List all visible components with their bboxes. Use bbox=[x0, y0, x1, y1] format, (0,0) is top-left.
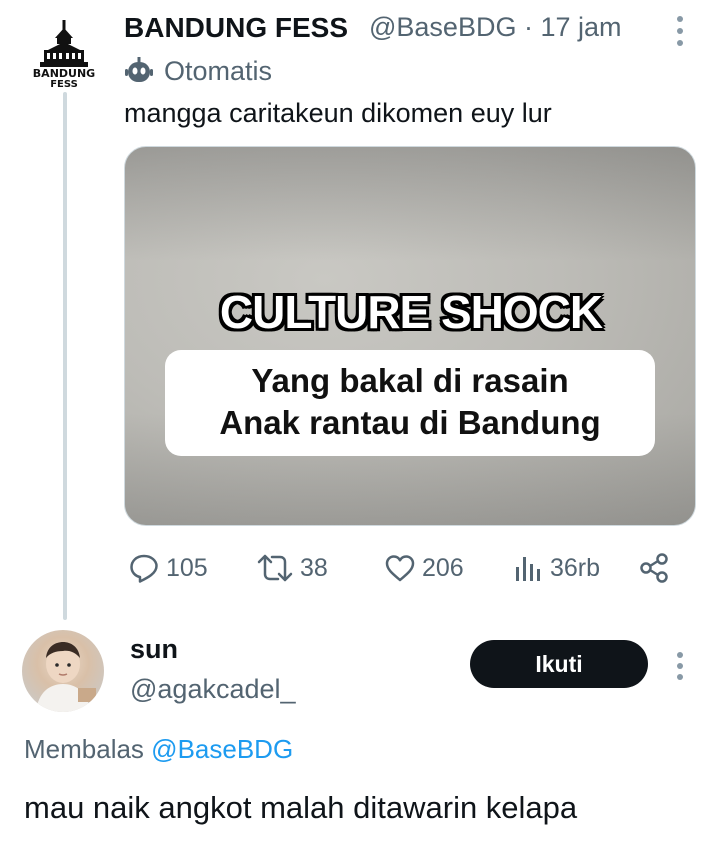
repost-count: 38 bbox=[300, 553, 328, 582]
like-count: 206 bbox=[422, 553, 464, 582]
author-name[interactable]: BANDUNG FESS bbox=[124, 12, 348, 44]
like-icon bbox=[385, 555, 415, 582]
automated-label: Otomatis bbox=[164, 55, 273, 86]
author-handle[interactable]: @BaseBDG bbox=[369, 12, 516, 42]
thread-line bbox=[63, 92, 67, 620]
reply-action[interactable]: 105 bbox=[128, 548, 208, 588]
reply-count: 105 bbox=[166, 553, 208, 582]
repost-action[interactable]: 38 bbox=[256, 548, 328, 588]
like-action[interactable]: 206 bbox=[384, 548, 464, 588]
share-icon bbox=[640, 553, 668, 583]
more-icon[interactable] bbox=[670, 652, 690, 682]
views-count: 36rb bbox=[550, 553, 601, 582]
views-icon bbox=[516, 557, 540, 581]
media-caption-line1: Yang bakal di rasain bbox=[251, 362, 569, 399]
gedung-sate-icon bbox=[40, 20, 88, 67]
follow-button[interactable]: Ikuti bbox=[470, 640, 648, 688]
tweet-text: mangga caritakeun dikomen euy lur bbox=[124, 98, 552, 128]
replying-to-line: Membalas @BaseBDG bbox=[24, 734, 293, 765]
replying-mention[interactable]: @BaseBDG bbox=[151, 734, 293, 764]
robot-icon bbox=[125, 57, 153, 82]
more-icon[interactable] bbox=[670, 14, 690, 48]
logo-text-line2: FESS bbox=[50, 79, 78, 90]
replying-prefix: Membalas bbox=[24, 734, 144, 764]
baby-photo bbox=[36, 642, 96, 712]
reply-avatar[interactable] bbox=[22, 630, 104, 712]
tweet-media[interactable]: CULTURE SHOCK Yang bakal di rasain Anak … bbox=[124, 146, 696, 526]
automated-badge[interactable]: Otomatis bbox=[124, 54, 272, 88]
separator: · bbox=[523, 12, 533, 42]
logo-text-line1: BANDUNG bbox=[32, 67, 96, 80]
reply-icon bbox=[130, 554, 158, 583]
reply-text: mau naik angkot malah ditawarin kelapa bbox=[24, 790, 578, 825]
author-handle-time: @BaseBDG · 17 jam bbox=[369, 12, 622, 43]
tweet-time[interactable]: 17 jam bbox=[541, 12, 622, 42]
views-action[interactable]: 36rb bbox=[514, 548, 600, 588]
bandung-fess-logo[interactable]: BANDUNG FESS bbox=[22, 18, 106, 92]
media-caption-box: Yang bakal di rasain Anak rantau di Band… bbox=[165, 350, 655, 456]
media-headline: CULTURE SHOCK bbox=[219, 286, 603, 338]
media-caption-line2: Anak rantau di Bandung bbox=[219, 404, 601, 441]
repost-icon bbox=[257, 554, 293, 582]
reply-author-name[interactable]: sun bbox=[130, 634, 178, 665]
reply-author-handle[interactable]: @agakcadel_ bbox=[130, 674, 296, 705]
share-action[interactable] bbox=[638, 548, 670, 588]
